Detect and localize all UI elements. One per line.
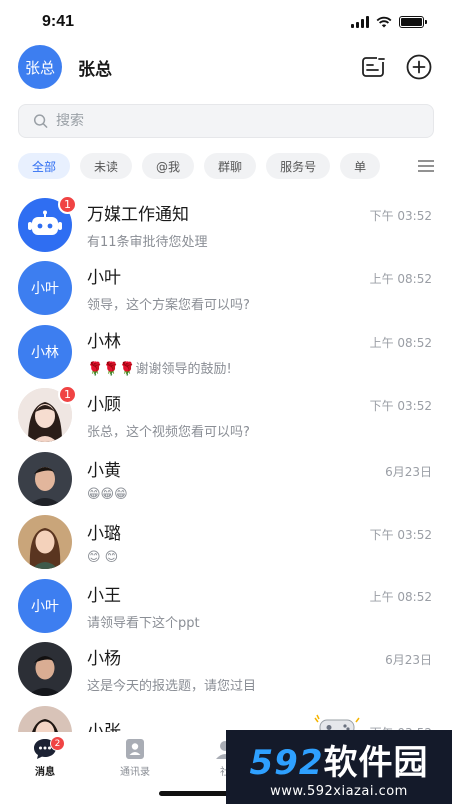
man-photo-icon xyxy=(18,451,72,506)
text-avatar: 小叶 xyxy=(18,578,72,633)
photo-avatar xyxy=(18,642,72,697)
unread-badge: 1 xyxy=(58,194,77,214)
robot-icon xyxy=(28,210,62,235)
photo-avatar xyxy=(18,515,72,570)
filter-chip-single[interactable]: 单 xyxy=(340,153,381,179)
conversation-name: 小璐 xyxy=(87,524,121,545)
conversation-time: 上午 08:52 xyxy=(369,272,432,287)
conversation-name: 小王 xyxy=(87,585,121,606)
battery-icon xyxy=(399,16,427,28)
tab-messages[interactable]: 2 消息 xyxy=(0,736,90,804)
conversation-preview: 请领导看下这个ppt xyxy=(87,615,200,631)
filter-bar: 全部 未读 @我 群聊 服务号 单 xyxy=(0,152,452,180)
conversation-time: 上午 08:52 xyxy=(369,335,432,350)
status-time: 9:41 xyxy=(42,13,75,30)
user-avatar[interactable]: 张总 xyxy=(18,45,62,89)
conversation-item[interactable]: 小黄 6月23日 😁😁😁 xyxy=(0,447,452,511)
status-bar: 9:41 xyxy=(0,0,452,44)
filter-chip-all[interactable]: 全部 xyxy=(18,153,71,179)
conversation-name: 小顾 xyxy=(87,395,121,416)
conversation-time: 6月23日 xyxy=(385,464,432,479)
watermark-url: www.592xiazai.com xyxy=(270,784,408,799)
search-input[interactable] xyxy=(56,113,419,129)
header: 张总 张总 xyxy=(0,44,452,90)
conversation-time: 6月23日 xyxy=(385,653,432,668)
search-box[interactable] xyxy=(18,104,434,138)
conversation-preview: 有11条审批待您处理 xyxy=(87,234,208,250)
contacts-icon xyxy=(126,739,144,759)
conversation-item[interactable]: 小林 小林 上午 08:52 🌹🌹🌹谢谢领导的鼓励! xyxy=(0,320,452,384)
photo-avatar: 1 xyxy=(18,385,77,443)
watermark-brand: 592软件园 xyxy=(250,735,429,784)
conversation-time: 下午 03:52 xyxy=(369,208,432,223)
wifi-icon xyxy=(376,16,392,28)
filter-chip-mention[interactable]: @我 xyxy=(142,153,195,179)
conversation-item[interactable]: 1 万媒工作通知 下午 03:52 有11条审批待您处理 xyxy=(0,193,452,257)
conversation-preview: 🌹🌹🌹谢谢领导的鼓励! xyxy=(87,361,232,377)
plus-circle-icon xyxy=(406,54,432,80)
conversation-time: 下午 03:52 xyxy=(369,528,432,543)
conversation-item[interactable]: 小叶 小王 上午 08:52 请领导看下这个ppt xyxy=(0,574,452,638)
conversation-preview: 这是今天的报选题，请您过目 xyxy=(87,679,257,695)
man-photo-icon xyxy=(18,642,72,697)
conversation-time: 上午 08:52 xyxy=(369,589,432,604)
conversation-name: 万媒工作通知 xyxy=(87,204,189,225)
tab-unread-badge: 2 xyxy=(50,736,65,751)
tab-label: 通讯录 xyxy=(120,767,150,778)
conversation-name: 小林 xyxy=(87,331,121,352)
conversation-preview: 😊 😊 xyxy=(87,550,119,566)
robot-avatar: 1 xyxy=(18,194,77,252)
note-icon xyxy=(362,56,385,77)
text-avatar: 小林 xyxy=(18,324,72,379)
conversation-name: 小杨 xyxy=(87,649,121,670)
watermark-brand-text: 软件园 xyxy=(323,743,429,783)
conversation-list: 1 万媒工作通知 下午 03:52 有11条审批待您处理 小叶 小叶 上午 08… xyxy=(0,193,452,765)
conversation-item[interactable]: 小叶 小叶 上午 08:52 领导，这个方案您看可以吗? xyxy=(0,257,452,321)
conversation-preview: 张总，这个视频您看可以吗? xyxy=(87,425,250,441)
conversation-preview: 😁😁😁 xyxy=(87,486,128,502)
photo-avatar xyxy=(18,451,72,506)
header-actions xyxy=(360,54,432,80)
conversation-item[interactable]: 小杨 6月23日 这是今天的报选题，请您过目 xyxy=(0,638,452,702)
conversation-name: 小叶 xyxy=(87,268,121,289)
status-icons xyxy=(351,16,427,28)
filter-menu-button[interactable] xyxy=(400,152,452,180)
menu-icon xyxy=(418,160,434,172)
search-icon xyxy=(33,114,48,128)
scan-note-button[interactable] xyxy=(360,54,386,80)
filter-chip-group[interactable]: 群聊 xyxy=(204,153,257,179)
woman-photo-icon xyxy=(18,515,72,570)
add-button[interactable] xyxy=(406,54,432,80)
unread-badge: 1 xyxy=(58,385,77,405)
filter-chip-service[interactable]: 服务号 xyxy=(266,153,331,179)
conversation-item[interactable]: 小璐 下午 03:52 😊 😊 xyxy=(0,511,452,575)
conversation-preview: 领导，这个方案您看可以吗? xyxy=(87,298,250,314)
conversation-item[interactable]: 1 小顾 下午 03:52 张总，这个视频您看可以吗? xyxy=(0,384,452,448)
watermark-brand-number: 592 xyxy=(249,743,324,783)
signal-icon xyxy=(351,16,369,28)
watermark: 592软件园 www.592xiazai.com xyxy=(226,730,452,804)
conversation-name: 小黄 xyxy=(87,460,121,481)
filter-chip-unread[interactable]: 未读 xyxy=(80,153,133,179)
tab-label: 消息 xyxy=(35,767,55,778)
text-avatar: 小叶 xyxy=(18,261,72,316)
conversation-time: 下午 03:52 xyxy=(369,399,432,414)
user-name: 张总 xyxy=(78,59,112,80)
